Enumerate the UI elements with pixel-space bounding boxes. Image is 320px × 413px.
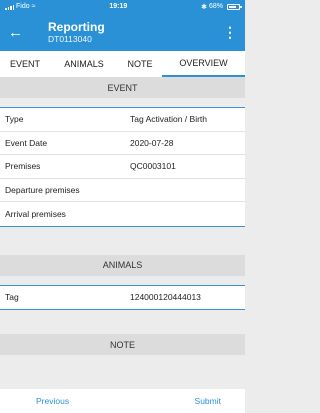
status-bar: Fido ≈ 19:19 ✱ 68% bbox=[0, 0, 245, 13]
row-value: 2020-07-28 bbox=[130, 137, 174, 148]
battery-icon bbox=[226, 3, 242, 10]
event-card: Type Tag Activation / Birth Event Date 2… bbox=[0, 107, 245, 227]
tab-note[interactable]: NOTE bbox=[118, 51, 162, 77]
spacer bbox=[0, 226, 245, 255]
animals-section-header: ANIMALS bbox=[0, 254, 245, 276]
spacer bbox=[0, 310, 245, 334]
bottom-bar: Previous Submit bbox=[0, 389, 245, 413]
animals-card: Tag 124000120444013 bbox=[0, 284, 245, 310]
app-bar: ← Reporting DT0113040 ⋮ bbox=[0, 13, 245, 51]
status-left: Fido ≈ bbox=[5, 3, 35, 10]
tab-animals[interactable]: ANIMALS bbox=[50, 51, 118, 77]
battery-percent: 68% bbox=[208, 3, 223, 10]
event-date-row: Event Date 2020-07-28 bbox=[0, 132, 245, 155]
row-label: Tag bbox=[5, 292, 19, 303]
row-value: 124000120444013 bbox=[130, 292, 201, 303]
premises-row: Premises QC0003101 bbox=[0, 155, 245, 179]
wifi-icon: ≈ bbox=[31, 3, 36, 10]
status-time: 19:19 bbox=[109, 3, 128, 10]
event-type-row: Type Tag Activation / Birth bbox=[0, 108, 245, 132]
row-value: Tag Activation / Birth bbox=[130, 114, 208, 125]
bluetooth-icon: ✱ bbox=[201, 3, 207, 11]
previous-button[interactable]: Previous bbox=[36, 396, 69, 406]
note-section-header: NOTE bbox=[0, 334, 245, 355]
tab-bar: EVENT ANIMALS NOTE OVERVIEW bbox=[0, 51, 245, 77]
tab-overview[interactable]: OVERVIEW bbox=[162, 51, 245, 77]
tag-row: Tag 124000120444013 bbox=[0, 286, 245, 310]
row-label: Departure premises bbox=[5, 184, 80, 195]
back-arrow-icon[interactable]: ← bbox=[8, 24, 34, 41]
row-value: QC0003101 bbox=[130, 161, 176, 172]
page-subtitle: DT0113040 bbox=[48, 33, 92, 44]
row-label: Premises bbox=[5, 161, 41, 172]
row-label: Arrival premises bbox=[5, 208, 66, 219]
signal-icon bbox=[5, 4, 14, 10]
title-block: Reporting DT0113040 bbox=[34, 19, 223, 44]
arrival-premises-row: Arrival premises bbox=[0, 202, 245, 226]
page-title: Reporting bbox=[48, 19, 105, 34]
status-right: ✱ 68% bbox=[201, 3, 242, 11]
more-vertical-icon[interactable]: ⋮ bbox=[223, 24, 237, 41]
carrier-label: Fido bbox=[16, 3, 30, 10]
event-section-header: EVENT bbox=[0, 77, 245, 98]
departure-premises-row: Departure premises bbox=[0, 179, 245, 202]
row-label: Event Date bbox=[5, 137, 48, 148]
row-label: Type bbox=[5, 114, 24, 125]
spacer bbox=[0, 98, 245, 107]
tab-event[interactable]: EVENT bbox=[0, 51, 50, 77]
spacer bbox=[0, 275, 245, 285]
submit-button[interactable]: Submit bbox=[195, 396, 221, 406]
